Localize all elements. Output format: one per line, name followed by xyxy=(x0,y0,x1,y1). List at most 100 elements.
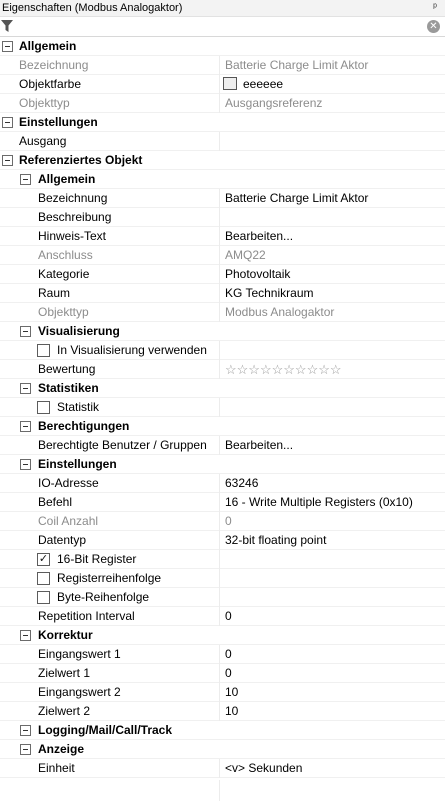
property-value xyxy=(219,550,445,569)
statistik-checkbox[interactable] xyxy=(37,401,50,414)
property-value xyxy=(219,588,445,607)
property-label: Eingangswert 1 xyxy=(38,647,121,661)
property-value[interactable]: 10 xyxy=(219,683,445,702)
property-row-einheit[interactable]: Einheit <v> Sekunden xyxy=(0,759,445,778)
property-row-byte-reihenfolge[interactable]: Byte-Reihenfolge xyxy=(0,588,445,607)
filter-funnel-icon[interactable] xyxy=(1,20,13,33)
category-label: Referenziertes Objekt xyxy=(19,153,143,167)
property-row-kategorie[interactable]: Kategorie Photovoltaik xyxy=(0,265,445,284)
property-label: Zielwert 2 xyxy=(38,704,91,718)
collapse-icon[interactable] xyxy=(20,459,31,470)
property-row-berechtigte[interactable]: Berechtigte Benutzer / Gruppen Bearbeite… xyxy=(0,436,445,455)
collapse-icon[interactable] xyxy=(2,41,13,52)
property-value[interactable] xyxy=(219,132,445,151)
subcategory-einstellungen[interactable]: Einstellungen xyxy=(0,455,445,474)
property-value[interactable]: Batterie Charge Limit Aktor xyxy=(219,189,445,208)
collapse-icon[interactable] xyxy=(20,630,31,641)
property-row-raum[interactable]: Raum KG Technikraum xyxy=(0,284,445,303)
property-row-repetition-interval[interactable]: Repetition Interval 0 xyxy=(0,607,445,626)
category-label: Einstellungen xyxy=(19,115,98,129)
property-row-ref-objekttyp[interactable]: Objekttyp Modbus Analogaktor xyxy=(0,303,445,322)
property-row-zielwert-2[interactable]: Zielwert 2 10 xyxy=(0,702,445,721)
color-swatch[interactable] xyxy=(223,77,237,90)
category-label: Berechtigungen xyxy=(38,419,130,433)
collapse-icon[interactable] xyxy=(20,725,31,736)
category-allgemein[interactable]: Allgemein xyxy=(0,37,445,56)
filter-bar: ✕ xyxy=(0,17,445,37)
clear-filter-icon[interactable]: ✕ xyxy=(427,20,440,33)
collapse-icon[interactable] xyxy=(20,421,31,432)
rating-stars[interactable]: ☆☆☆☆☆☆☆☆☆☆ xyxy=(219,360,445,379)
edit-value-link[interactable]: Bearbeiten... xyxy=(219,227,445,246)
property-row-coil-anzahl[interactable]: Coil Anzahl 0 xyxy=(0,512,445,531)
collapse-icon[interactable] xyxy=(20,744,31,755)
grid-divider xyxy=(219,780,220,801)
property-row-registerreihenfolge[interactable]: Registerreihenfolge xyxy=(0,569,445,588)
property-row-befehl[interactable]: Befehl 16 - Write Multiple Registers (0x… xyxy=(0,493,445,512)
property-row-io-adresse[interactable]: IO-Adresse 63246 xyxy=(0,474,445,493)
subcategory-korrektur[interactable]: Korrektur xyxy=(0,626,445,645)
panel-titlebar: Eigenschaften (Modbus Analogaktor) ᵖ xyxy=(0,0,445,17)
category-einstellungen[interactable]: Einstellungen xyxy=(0,113,445,132)
property-value xyxy=(219,569,445,588)
star-icons[interactable]: ☆☆☆☆☆☆☆☆☆☆ xyxy=(225,362,342,377)
property-value[interactable]: 0 xyxy=(219,664,445,683)
edit-value-link[interactable]: Bearbeiten... xyxy=(219,436,445,455)
property-value[interactable]: Batterie Charge Limit Aktor xyxy=(219,56,445,75)
property-value[interactable]: 32-bit floating point xyxy=(219,531,445,550)
in-visualisierung-checkbox[interactable] xyxy=(37,344,50,357)
registerreihenfolge-checkbox[interactable] xyxy=(37,572,50,585)
property-row-anschluss[interactable]: Anschluss AMQ22 xyxy=(0,246,445,265)
property-row-eingangswert-2[interactable]: Eingangswert 2 10 xyxy=(0,683,445,702)
property-label: Anschluss xyxy=(38,248,93,262)
property-label: Eingangswert 2 xyxy=(38,685,121,699)
subcategory-berechtigungen[interactable]: Berechtigungen xyxy=(0,417,445,436)
filter-input[interactable] xyxy=(14,18,422,35)
collapse-icon[interactable] xyxy=(20,326,31,337)
property-value[interactable]: Photovoltaik xyxy=(219,265,445,284)
property-row-bezeichnung[interactable]: Bezeichnung Batterie Charge Limit Aktor xyxy=(0,56,445,75)
property-value[interactable]: KG Technikraum xyxy=(219,284,445,303)
category-referenziertes-objekt[interactable]: Referenziertes Objekt xyxy=(0,151,445,170)
property-row-objekttyp[interactable]: Objekttyp Ausgangsreferenz xyxy=(0,94,445,113)
property-row-beschreibung[interactable]: Beschreibung xyxy=(0,208,445,227)
property-label: In Visualisierung verwenden xyxy=(57,343,207,357)
byte-reihenfolge-checkbox[interactable] xyxy=(37,591,50,604)
16-bit-register-checkbox[interactable]: ✓ xyxy=(37,553,50,566)
property-row-objektfarbe[interactable]: Objektfarbe eeeeee xyxy=(0,75,445,94)
property-row-hinweis-text[interactable]: Hinweis-Text Bearbeiten... xyxy=(0,227,445,246)
property-value[interactable]: 0 xyxy=(219,607,445,626)
collapse-icon[interactable] xyxy=(2,155,13,166)
property-row-16-bit-register[interactable]: ✓ 16-Bit Register xyxy=(0,550,445,569)
property-value[interactable]: 16 - Write Multiple Registers (0x10) xyxy=(219,493,445,512)
subcategory-visualisierung[interactable]: Visualisierung xyxy=(0,322,445,341)
property-row-ausgang[interactable]: Ausgang xyxy=(0,132,445,151)
property-value[interactable] xyxy=(219,208,445,227)
subcategory-anzeige[interactable]: Anzeige xyxy=(0,740,445,759)
property-row-bewertung[interactable]: Bewertung ☆☆☆☆☆☆☆☆☆☆ xyxy=(0,360,445,379)
property-row-datentyp[interactable]: Datentyp 32-bit floating point xyxy=(0,531,445,550)
subcategory-logging[interactable]: Logging/Mail/Call/Track xyxy=(0,721,445,740)
subcategory-allgemein[interactable]: Allgemein xyxy=(0,170,445,189)
property-label: Ausgang xyxy=(19,134,67,148)
category-label: Allgemein xyxy=(19,39,77,53)
collapse-icon[interactable] xyxy=(20,383,31,394)
collapse-icon[interactable] xyxy=(20,174,31,185)
property-row-eingangswert-1[interactable]: Eingangswert 1 0 xyxy=(0,645,445,664)
property-label: Bewertung xyxy=(38,362,96,376)
property-value[interactable]: eeeeee xyxy=(219,75,445,94)
property-value[interactable]: <v> Sekunden xyxy=(219,759,445,778)
property-value[interactable]: 10 xyxy=(219,702,445,721)
property-row-in-visualisierung[interactable]: In Visualisierung verwenden xyxy=(0,341,445,360)
property-label: Raum xyxy=(38,286,71,300)
subcategory-statistiken[interactable]: Statistiken xyxy=(0,379,445,398)
property-row-statistik[interactable]: Statistik xyxy=(0,398,445,417)
property-row-zielwert-1[interactable]: Zielwert 1 0 xyxy=(0,664,445,683)
property-value: Ausgangsreferenz xyxy=(219,94,445,113)
property-value[interactable]: 63246 xyxy=(219,474,445,493)
collapse-icon[interactable] xyxy=(2,117,13,128)
property-value[interactable]: 0 xyxy=(219,645,445,664)
pin-icon[interactable]: ᵖ xyxy=(429,0,441,16)
property-row-ref-bezeichnung[interactable]: Bezeichnung Batterie Charge Limit Aktor xyxy=(0,189,445,208)
property-label: Repetition Interval xyxy=(38,609,135,623)
